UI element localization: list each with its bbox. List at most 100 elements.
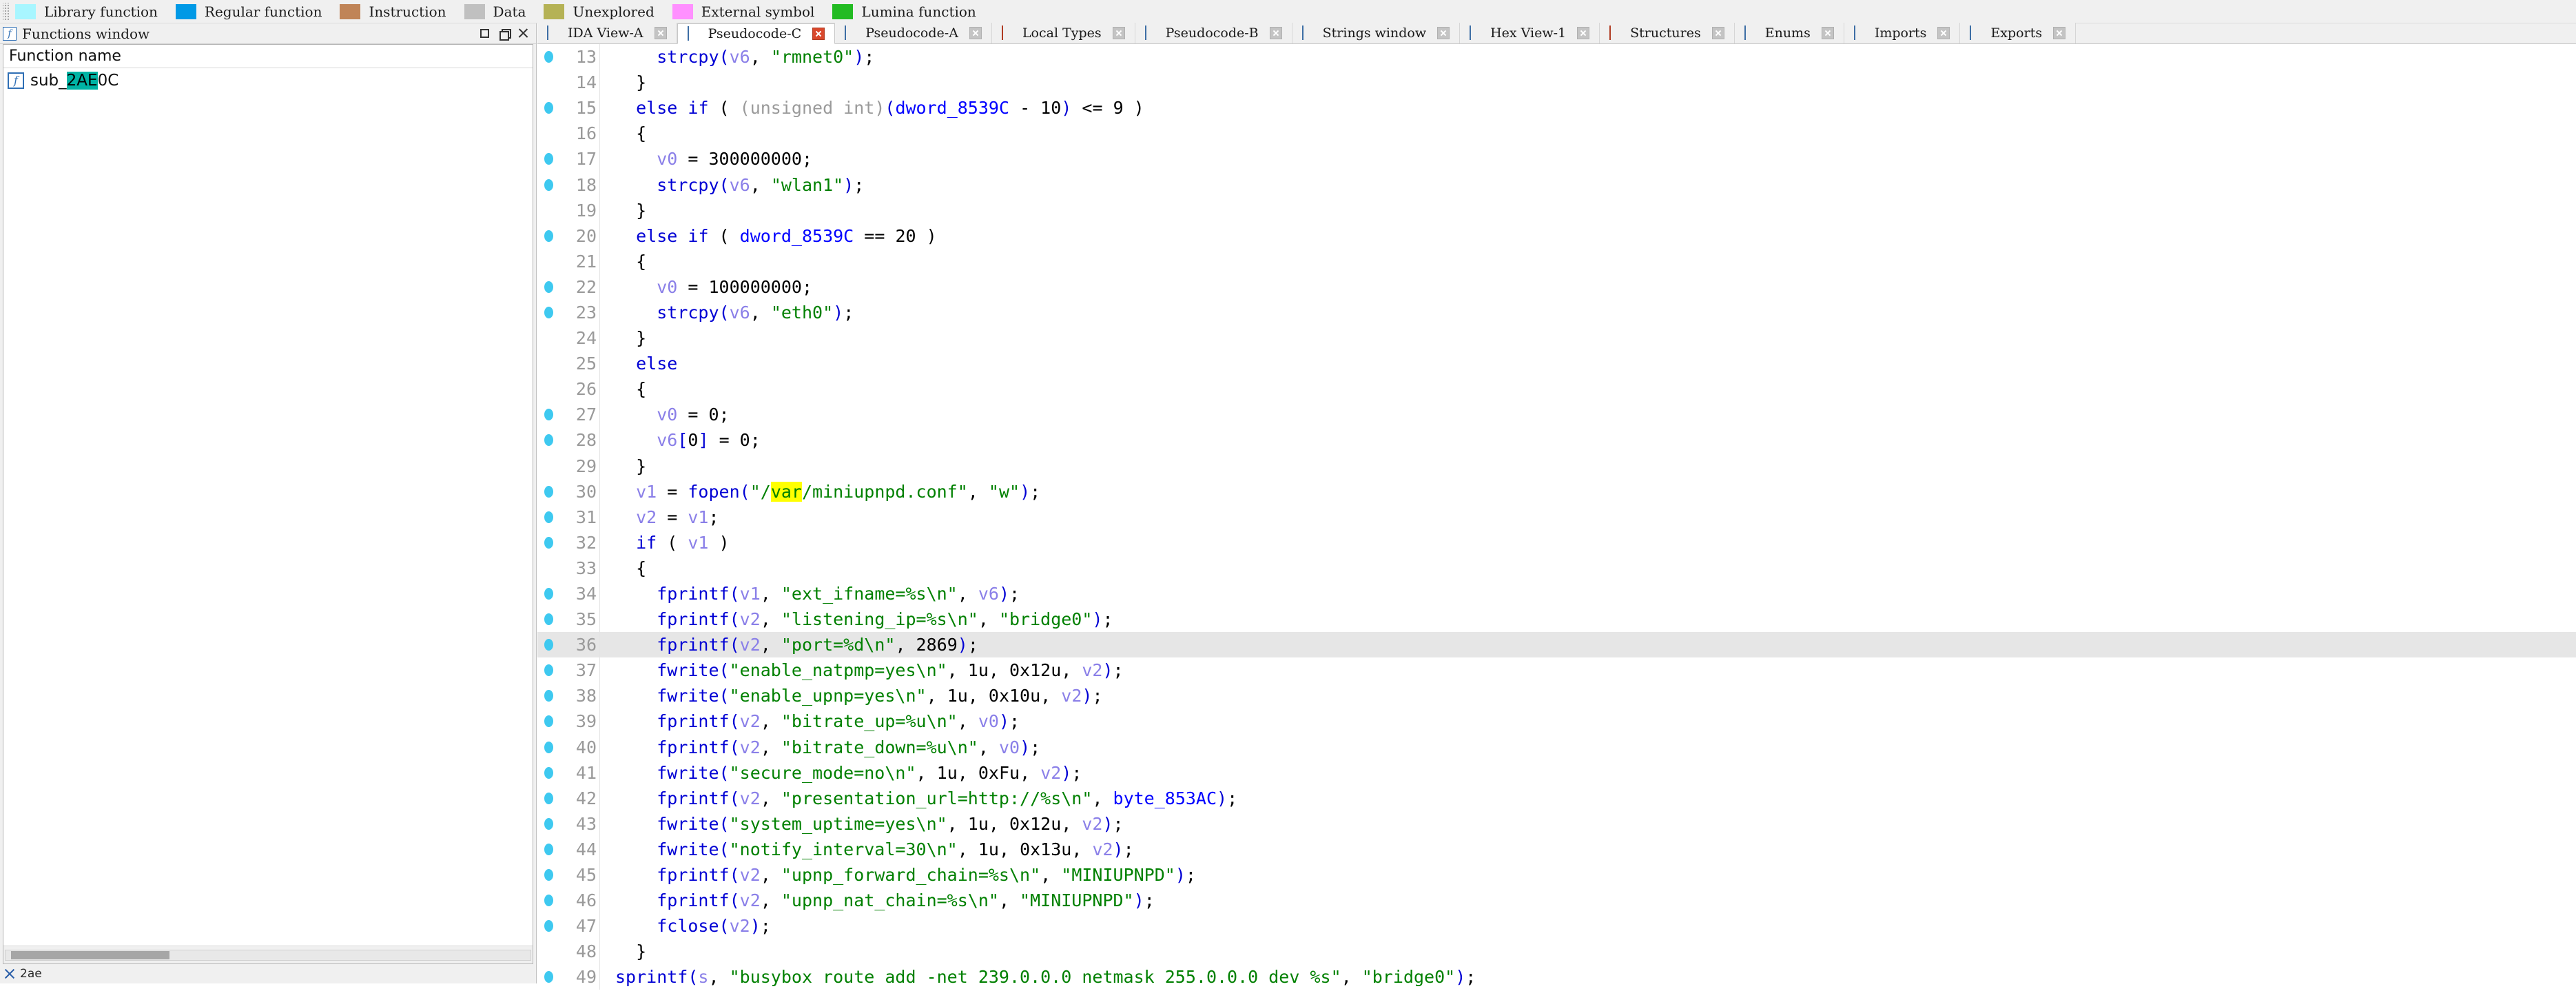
column-header-function-name[interactable]: Function name bbox=[3, 48, 121, 65]
code-token[interactable]: , bbox=[958, 584, 978, 604]
breakpoint-marker-icon[interactable] bbox=[544, 971, 553, 983]
tab-enums[interactable]: Enums bbox=[1734, 23, 1844, 43]
code-token[interactable]: ( bbox=[730, 584, 740, 604]
code-line-32[interactable]: 32 if ( v1 ) bbox=[537, 529, 2576, 555]
tab-close-button[interactable] bbox=[1821, 27, 1834, 39]
code-token[interactable]: fwrite bbox=[657, 763, 719, 783]
code-token[interactable]: ; bbox=[1227, 788, 1237, 808]
code-token[interactable]: , bbox=[999, 839, 1020, 859]
code-token[interactable]: ( bbox=[719, 814, 730, 834]
code-line-text[interactable]: } bbox=[615, 328, 2576, 348]
code-token[interactable]: v2 bbox=[1082, 660, 1102, 680]
code-line-text[interactable]: fwrite("enable_upnp=yes\n", 1u, 0x10u, v… bbox=[615, 686, 2576, 706]
code-token[interactable]: , bbox=[1061, 814, 1082, 834]
code-token[interactable] bbox=[677, 98, 688, 118]
code-token[interactable]: { bbox=[636, 252, 646, 272]
breakpoint-marker-icon[interactable] bbox=[544, 869, 553, 881]
code-token[interactable]: "bitrate_down=%u\n" bbox=[781, 737, 978, 757]
code-token[interactable]: = bbox=[677, 277, 708, 297]
code-token[interactable]: s bbox=[698, 967, 708, 987]
code-line-text[interactable]: { bbox=[615, 252, 2576, 272]
code-token[interactable]: } bbox=[636, 201, 646, 221]
code-token[interactable]: ( bbox=[730, 865, 740, 885]
code-token[interactable]: v6 bbox=[730, 175, 750, 195]
code-line-35[interactable]: 35 fprintf(v2, "listening_ip=%s\n", "bri… bbox=[537, 606, 2576, 633]
code-token[interactable]: = bbox=[709, 430, 740, 450]
code-line-17[interactable]: 17 v0 = 300000000; bbox=[537, 146, 2576, 172]
tab-close-button[interactable] bbox=[1711, 27, 1724, 39]
code-token[interactable]: ( bbox=[730, 635, 740, 655]
tab-hex-view-1[interactable]: Hex View-1 bbox=[1460, 23, 1600, 43]
code-line-text[interactable]: fprintf(v2, "upnp_nat_chain=%s\n", "MINI… bbox=[615, 890, 2576, 910]
code-token[interactable]: v2 bbox=[740, 711, 761, 731]
tab-close-button[interactable] bbox=[812, 28, 825, 40]
code-token[interactable]: fopen bbox=[688, 482, 739, 502]
code-token[interactable]: "ext_ifname=%s\n" bbox=[781, 584, 958, 604]
code-token[interactable]: strcpy bbox=[657, 47, 719, 67]
code-line-33[interactable]: 33 { bbox=[537, 555, 2576, 581]
code-token[interactable]: strcpy bbox=[657, 175, 719, 195]
breakpoint-marker-icon[interactable] bbox=[544, 306, 553, 318]
code-token[interactable]: fclose bbox=[657, 916, 719, 936]
code-token[interactable]: "bridge0" bbox=[1362, 967, 1455, 987]
code-token[interactable]: v2 bbox=[740, 635, 761, 655]
code-token[interactable]: "presentation_url=http://%s\n" bbox=[781, 788, 1093, 808]
code-token[interactable]: = bbox=[657, 482, 688, 502]
code-token[interactable]: ( bbox=[885, 98, 895, 118]
code-token[interactable]: "notify_interval=30\n" bbox=[730, 839, 958, 859]
tab-close-button[interactable] bbox=[1269, 27, 1282, 39]
code-token[interactable]: ) bbox=[1134, 890, 1144, 910]
code-line-text[interactable]: } bbox=[615, 941, 2576, 961]
code-token[interactable]: , bbox=[750, 47, 771, 67]
code-token[interactable]: v2 bbox=[730, 916, 750, 936]
code-token[interactable]: v0 bbox=[999, 737, 1020, 757]
breakpoint-gutter-cell[interactable] bbox=[537, 741, 559, 753]
code-token[interactable]: 0 bbox=[708, 405, 719, 425]
code-token[interactable]: "wlan1" bbox=[771, 175, 843, 195]
code-line-text[interactable]: fprintf(v2, "upnp_forward_chain=%s\n", "… bbox=[615, 865, 2576, 885]
code-token[interactable]: ) bbox=[1175, 865, 1186, 885]
code-line-24[interactable]: 24 } bbox=[537, 325, 2576, 351]
code-line-44[interactable]: 44 fwrite("notify_interval=30\n", 1u, 0x… bbox=[537, 836, 2576, 862]
breakpoint-gutter-cell[interactable] bbox=[537, 153, 559, 165]
code-line-text[interactable]: { bbox=[615, 558, 2576, 578]
code-token[interactable]: var bbox=[770, 481, 802, 502]
code-line-text[interactable]: v0 = 0; bbox=[615, 405, 2576, 425]
code-token[interactable]: ; bbox=[1113, 814, 1124, 834]
code-token[interactable]: 0 bbox=[740, 430, 750, 450]
close-button[interactable] bbox=[514, 26, 532, 41]
code-token[interactable]: } bbox=[636, 941, 646, 961]
tab-close-button[interactable] bbox=[1577, 27, 1590, 39]
code-line-21[interactable]: 21 { bbox=[537, 248, 2576, 274]
breakpoint-marker-icon[interactable] bbox=[544, 690, 553, 702]
code-token[interactable]: <= bbox=[1071, 98, 1113, 118]
code-token[interactable]: "system_uptime=yes\n" bbox=[730, 814, 947, 834]
code-line-text[interactable]: fprintf(v1, "ext_ifname=%s\n", v6); bbox=[615, 584, 2576, 604]
breakpoint-gutter-cell[interactable] bbox=[537, 485, 559, 498]
breakpoint-marker-icon[interactable] bbox=[544, 409, 553, 421]
code-token[interactable]: ; bbox=[1113, 660, 1124, 680]
view-tab-strip[interactable]: IDA View-A Pseudocode-C Pseudocode-A Local … bbox=[537, 23, 2576, 44]
code-token[interactable]: , bbox=[761, 711, 781, 731]
code-token[interactable]: } bbox=[636, 72, 646, 92]
code-token[interactable]: v2 bbox=[636, 507, 657, 527]
code-token[interactable]: 9 bbox=[1113, 98, 1124, 118]
breakpoint-marker-icon[interactable] bbox=[544, 843, 553, 855]
breakpoint-marker-icon[interactable] bbox=[544, 153, 553, 165]
breakpoint-gutter-cell[interactable] bbox=[537, 715, 559, 728]
code-token[interactable]: ; bbox=[802, 149, 812, 169]
breakpoint-gutter-cell[interactable] bbox=[537, 639, 559, 651]
breakpoint-gutter-cell[interactable] bbox=[537, 409, 559, 421]
breakpoint-gutter-cell[interactable] bbox=[537, 895, 559, 907]
code-line-text[interactable]: } bbox=[615, 72, 2576, 92]
code-line-47[interactable]: 47 fclose(v2); bbox=[537, 913, 2576, 939]
code-token[interactable]: "bitrate_up=%u\n" bbox=[781, 711, 958, 731]
breakpoint-marker-icon[interactable] bbox=[544, 178, 553, 191]
code-token[interactable]: ) bbox=[1113, 839, 1124, 859]
code-line-text[interactable]: if ( v1 ) bbox=[615, 533, 2576, 553]
code-token[interactable]: 100000000 bbox=[708, 277, 801, 297]
code-token[interactable]: "eth0" bbox=[771, 303, 833, 323]
code-line-38[interactable]: 38 fwrite("enable_upnp=yes\n", 1u, 0x10u… bbox=[537, 683, 2576, 709]
code-token[interactable]: ; bbox=[1186, 865, 1196, 885]
code-token[interactable]: 1u bbox=[978, 839, 999, 859]
